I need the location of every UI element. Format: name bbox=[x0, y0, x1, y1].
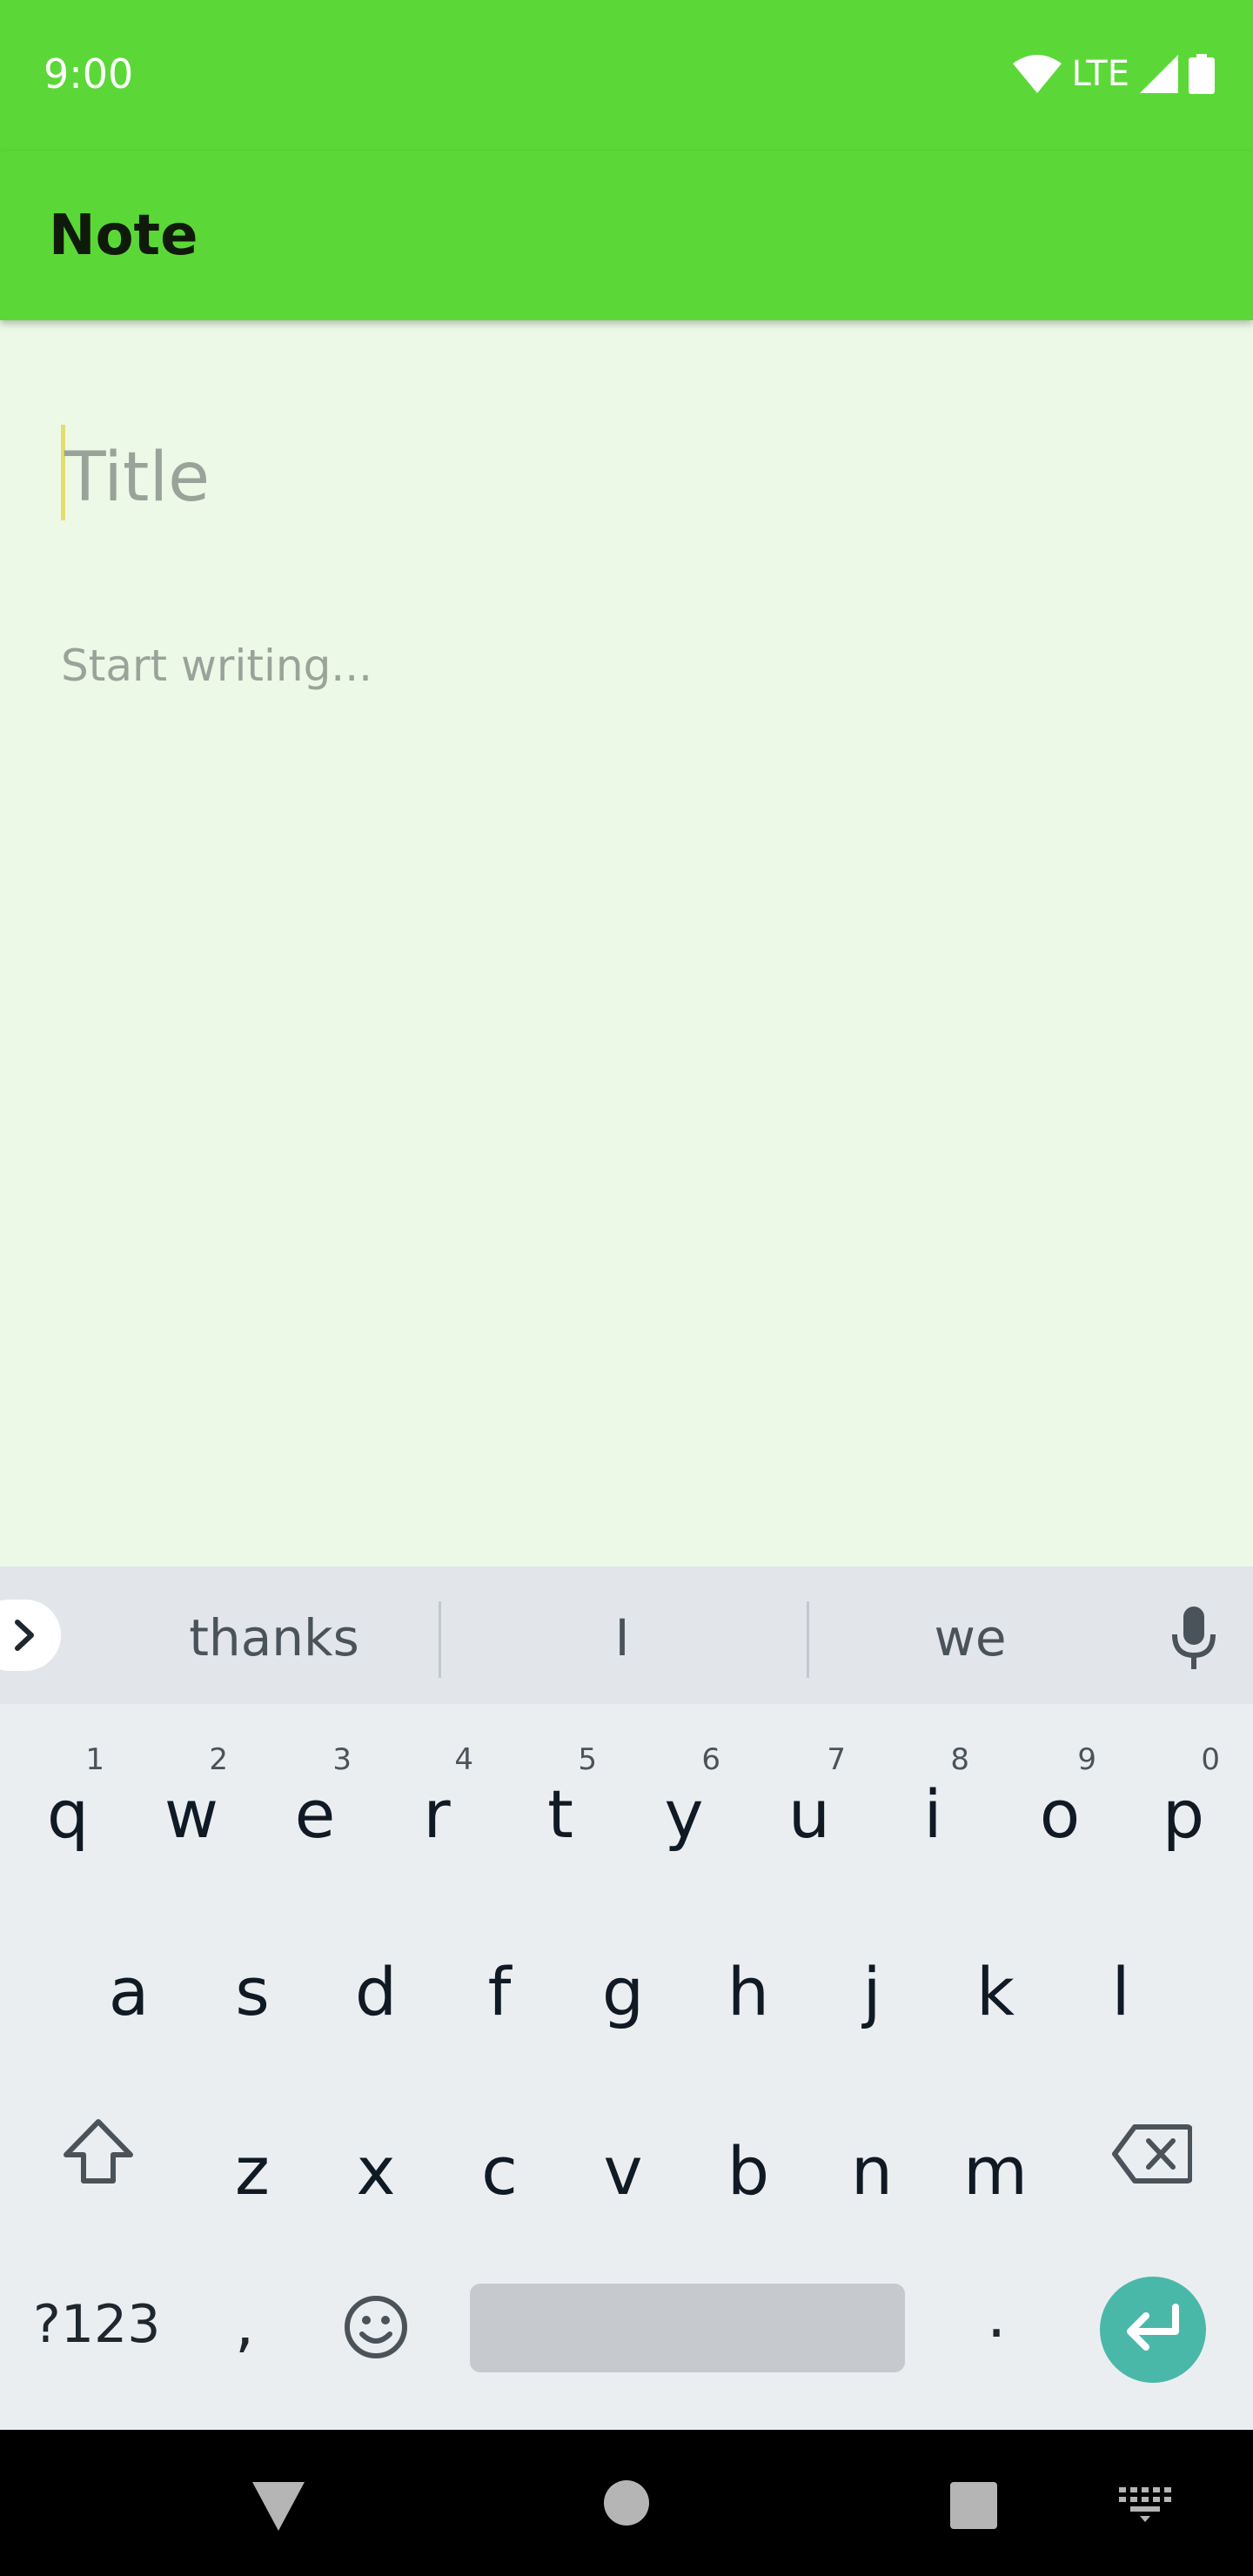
symbols-key[interactable]: ?123 bbox=[33, 2294, 160, 2355]
keyboard-switch-icon[interactable] bbox=[1119, 2487, 1171, 2522]
enter-key[interactable] bbox=[1100, 2277, 1206, 2383]
body-input[interactable]: Start writing... bbox=[61, 641, 372, 691]
network-type-label: LTE bbox=[1071, 54, 1129, 94]
key-t[interactable]: t5 bbox=[508, 1737, 613, 1876]
suggestion-2[interactable]: I bbox=[492, 1608, 753, 1667]
navigation-bar bbox=[0, 2430, 1253, 2576]
status-bar: 9:00 LTE bbox=[0, 0, 1253, 151]
home-icon[interactable] bbox=[604, 2480, 649, 2526]
key-q[interactable]: q1 bbox=[16, 1737, 120, 1876]
suggestion-3[interactable]: we bbox=[840, 1608, 1101, 1667]
key-o[interactable]: o9 bbox=[1008, 1737, 1112, 1876]
key-m[interactable]: m bbox=[943, 2094, 1048, 2233]
period-key[interactable]: . bbox=[987, 2280, 1006, 2351]
backspace-icon[interactable] bbox=[1112, 2123, 1192, 2184]
comma-key[interactable]: , bbox=[235, 2289, 254, 2360]
recents-icon[interactable] bbox=[950, 2482, 997, 2529]
key-k[interactable]: k bbox=[943, 1915, 1048, 2054]
key-s[interactable]: s bbox=[200, 1915, 305, 2054]
key-d[interactable]: d bbox=[324, 1915, 428, 2054]
key-f[interactable]: f bbox=[447, 1915, 552, 2054]
key-z[interactable]: z bbox=[200, 2094, 305, 2233]
app-bar: Note bbox=[0, 151, 1253, 320]
title-input[interactable]: Title bbox=[61, 425, 1192, 520]
page-title: Note bbox=[49, 204, 198, 268]
suggestion-1[interactable]: thanks bbox=[144, 1608, 405, 1667]
wifi-icon bbox=[1012, 55, 1062, 93]
title-placeholder: Title bbox=[64, 439, 211, 517]
key-l[interactable]: l bbox=[1069, 1915, 1173, 2054]
signal-icon bbox=[1140, 55, 1178, 93]
key-y[interactable]: y6 bbox=[632, 1737, 736, 1876]
key-a[interactable]: a bbox=[77, 1915, 181, 2054]
key-r[interactable]: r4 bbox=[385, 1737, 489, 1876]
suggestion-strip: thanks I we bbox=[0, 1566, 1253, 1704]
key-u[interactable]: u7 bbox=[757, 1737, 861, 1876]
key-c[interactable]: c bbox=[447, 2094, 552, 2233]
expand-suggestions-button[interactable] bbox=[0, 1600, 61, 1671]
space-bar[interactable] bbox=[470, 2284, 905, 2372]
key-b[interactable]: b bbox=[696, 2094, 801, 2233]
soft-keyboard: thanks I we q1 w2 e3 r4 t5 y6 u7 i8 o9 p… bbox=[0, 1566, 1253, 2430]
enter-icon bbox=[1127, 2304, 1179, 2351]
suggestion-divider bbox=[807, 1601, 809, 1678]
chevron-right-icon bbox=[15, 1620, 34, 1651]
key-n[interactable]: n bbox=[820, 2094, 924, 2233]
key-x[interactable]: x bbox=[324, 2094, 428, 2233]
key-v[interactable]: v bbox=[571, 2094, 675, 2233]
status-time: 9:00 bbox=[44, 50, 134, 97]
microphone-icon[interactable] bbox=[1171, 1607, 1216, 1669]
key-p[interactable]: p0 bbox=[1131, 1737, 1236, 1876]
battery-icon bbox=[1189, 54, 1215, 94]
key-e[interactable]: e3 bbox=[263, 1737, 367, 1876]
key-h[interactable]: h bbox=[696, 1915, 801, 2054]
emoji-icon[interactable] bbox=[343, 2294, 409, 2360]
key-i[interactable]: i8 bbox=[881, 1737, 985, 1876]
key-w[interactable]: w2 bbox=[139, 1737, 244, 1876]
shift-icon[interactable] bbox=[61, 2116, 136, 2186]
status-icons: LTE bbox=[1012, 52, 1215, 96]
key-j[interactable]: j bbox=[820, 1915, 924, 2054]
back-icon[interactable] bbox=[252, 2482, 305, 2531]
key-g[interactable]: g bbox=[571, 1915, 675, 2054]
suggestion-divider bbox=[439, 1601, 441, 1678]
